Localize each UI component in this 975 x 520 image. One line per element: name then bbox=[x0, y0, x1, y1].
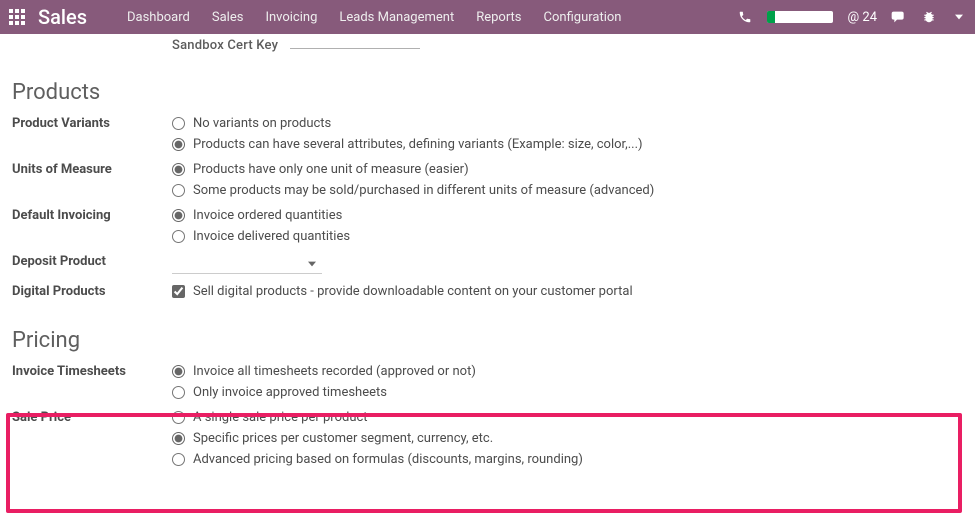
app-title[interactable]: Sales bbox=[38, 5, 87, 29]
phone-icon[interactable] bbox=[737, 9, 753, 25]
messages-counter[interactable]: @ 24 bbox=[847, 10, 877, 25]
radio-variants-none-label: No variants on products bbox=[193, 116, 331, 131]
radio-sp-single-label: A single sale price per product bbox=[193, 410, 368, 425]
menu-invoicing[interactable]: Invoicing bbox=[265, 10, 317, 25]
top-menu: Dashboard Sales Invoicing Leads Manageme… bbox=[127, 10, 621, 25]
bug-icon[interactable] bbox=[921, 9, 937, 25]
sandbox-cert-key-input-underline[interactable] bbox=[290, 48, 420, 49]
radio-invoicing-delivered-label: Invoice delivered quantities bbox=[193, 229, 350, 244]
radio-ts-all[interactable] bbox=[172, 365, 185, 378]
radio-uom-one-label: Products have only one unit of measure (… bbox=[193, 162, 469, 177]
checkbox-digital-products-label: Sell digital products - provide download… bbox=[193, 284, 633, 299]
row-deposit-product: Deposit Product bbox=[12, 251, 963, 277]
settings-content: Sandbox Cert Key Products Product Varian… bbox=[0, 36, 975, 470]
menu-sales[interactable]: Sales bbox=[212, 10, 244, 25]
radio-uom-multi-label: Some products may be sold/purchased in d… bbox=[193, 183, 654, 198]
top-right: @ 24 bbox=[737, 9, 967, 25]
partial-row: Sandbox Cert Key bbox=[12, 36, 963, 54]
radio-invoicing-delivered[interactable] bbox=[172, 230, 185, 243]
radio-ts-approved-label: Only invoice approved timesheets bbox=[193, 385, 387, 400]
apps-icon[interactable] bbox=[6, 6, 28, 28]
row-product-variants: Product Variants No variants on products… bbox=[12, 113, 963, 155]
row-sale-price: Sale Price A single sale price per produ… bbox=[12, 407, 963, 470]
radio-sp-advanced[interactable] bbox=[172, 453, 185, 466]
progress-indicator[interactable] bbox=[767, 11, 833, 23]
radio-sp-specific[interactable] bbox=[172, 432, 185, 445]
topbar: Sales Dashboard Sales Invoicing Leads Ma… bbox=[0, 0, 975, 34]
radio-variants-none[interactable] bbox=[172, 117, 185, 130]
chat-icon[interactable] bbox=[891, 9, 907, 25]
radio-uom-multi[interactable] bbox=[172, 184, 185, 197]
label-deposit-product: Deposit Product bbox=[12, 251, 172, 269]
section-pricing-title: Pricing bbox=[12, 328, 963, 353]
deposit-product-select[interactable] bbox=[172, 254, 322, 274]
progress-fill bbox=[767, 11, 775, 23]
radio-uom-one[interactable] bbox=[172, 163, 185, 176]
label-sale-price: Sale Price bbox=[12, 407, 172, 425]
row-uom: Units of Measure Products have only one … bbox=[12, 159, 963, 201]
menu-dashboard[interactable]: Dashboard bbox=[127, 10, 190, 25]
menu-configuration[interactable]: Configuration bbox=[544, 10, 622, 25]
sandbox-cert-key-label: Sandbox Cert Key bbox=[172, 38, 278, 53]
label-product-variants: Product Variants bbox=[12, 113, 172, 131]
checkbox-digital-products[interactable] bbox=[172, 285, 185, 298]
row-invoice-timesheets: Invoice Timesheets Invoice all timesheet… bbox=[12, 361, 963, 403]
radio-ts-approved[interactable] bbox=[172, 386, 185, 399]
row-default-invoicing: Default Invoicing Invoice ordered quanti… bbox=[12, 205, 963, 247]
label-invoice-timesheets: Invoice Timesheets bbox=[12, 361, 172, 379]
radio-sp-advanced-label: Advanced pricing based on formulas (disc… bbox=[193, 452, 583, 467]
section-products-title: Products bbox=[12, 80, 963, 105]
row-digital-products: Digital Products Sell digital products -… bbox=[12, 281, 963, 302]
caret-down-icon[interactable] bbox=[951, 9, 967, 25]
radio-invoicing-ordered-label: Invoice ordered quantities bbox=[193, 208, 342, 223]
caret-down-icon bbox=[308, 261, 316, 267]
menu-leads-management[interactable]: Leads Management bbox=[339, 10, 454, 25]
label-digital-products: Digital Products bbox=[12, 281, 172, 299]
label-default-invoicing: Default Invoicing bbox=[12, 205, 172, 223]
radio-variants-several-label: Products can have several attributes, de… bbox=[193, 137, 643, 152]
label-uom: Units of Measure bbox=[12, 159, 172, 177]
menu-reports[interactable]: Reports bbox=[476, 10, 521, 25]
radio-sp-single[interactable] bbox=[172, 411, 185, 424]
radio-variants-several[interactable] bbox=[172, 138, 185, 151]
radio-ts-all-label: Invoice all timesheets recorded (approve… bbox=[193, 364, 476, 379]
radio-invoicing-ordered[interactable] bbox=[172, 209, 185, 222]
radio-sp-specific-label: Specific prices per customer segment, cu… bbox=[193, 431, 493, 446]
